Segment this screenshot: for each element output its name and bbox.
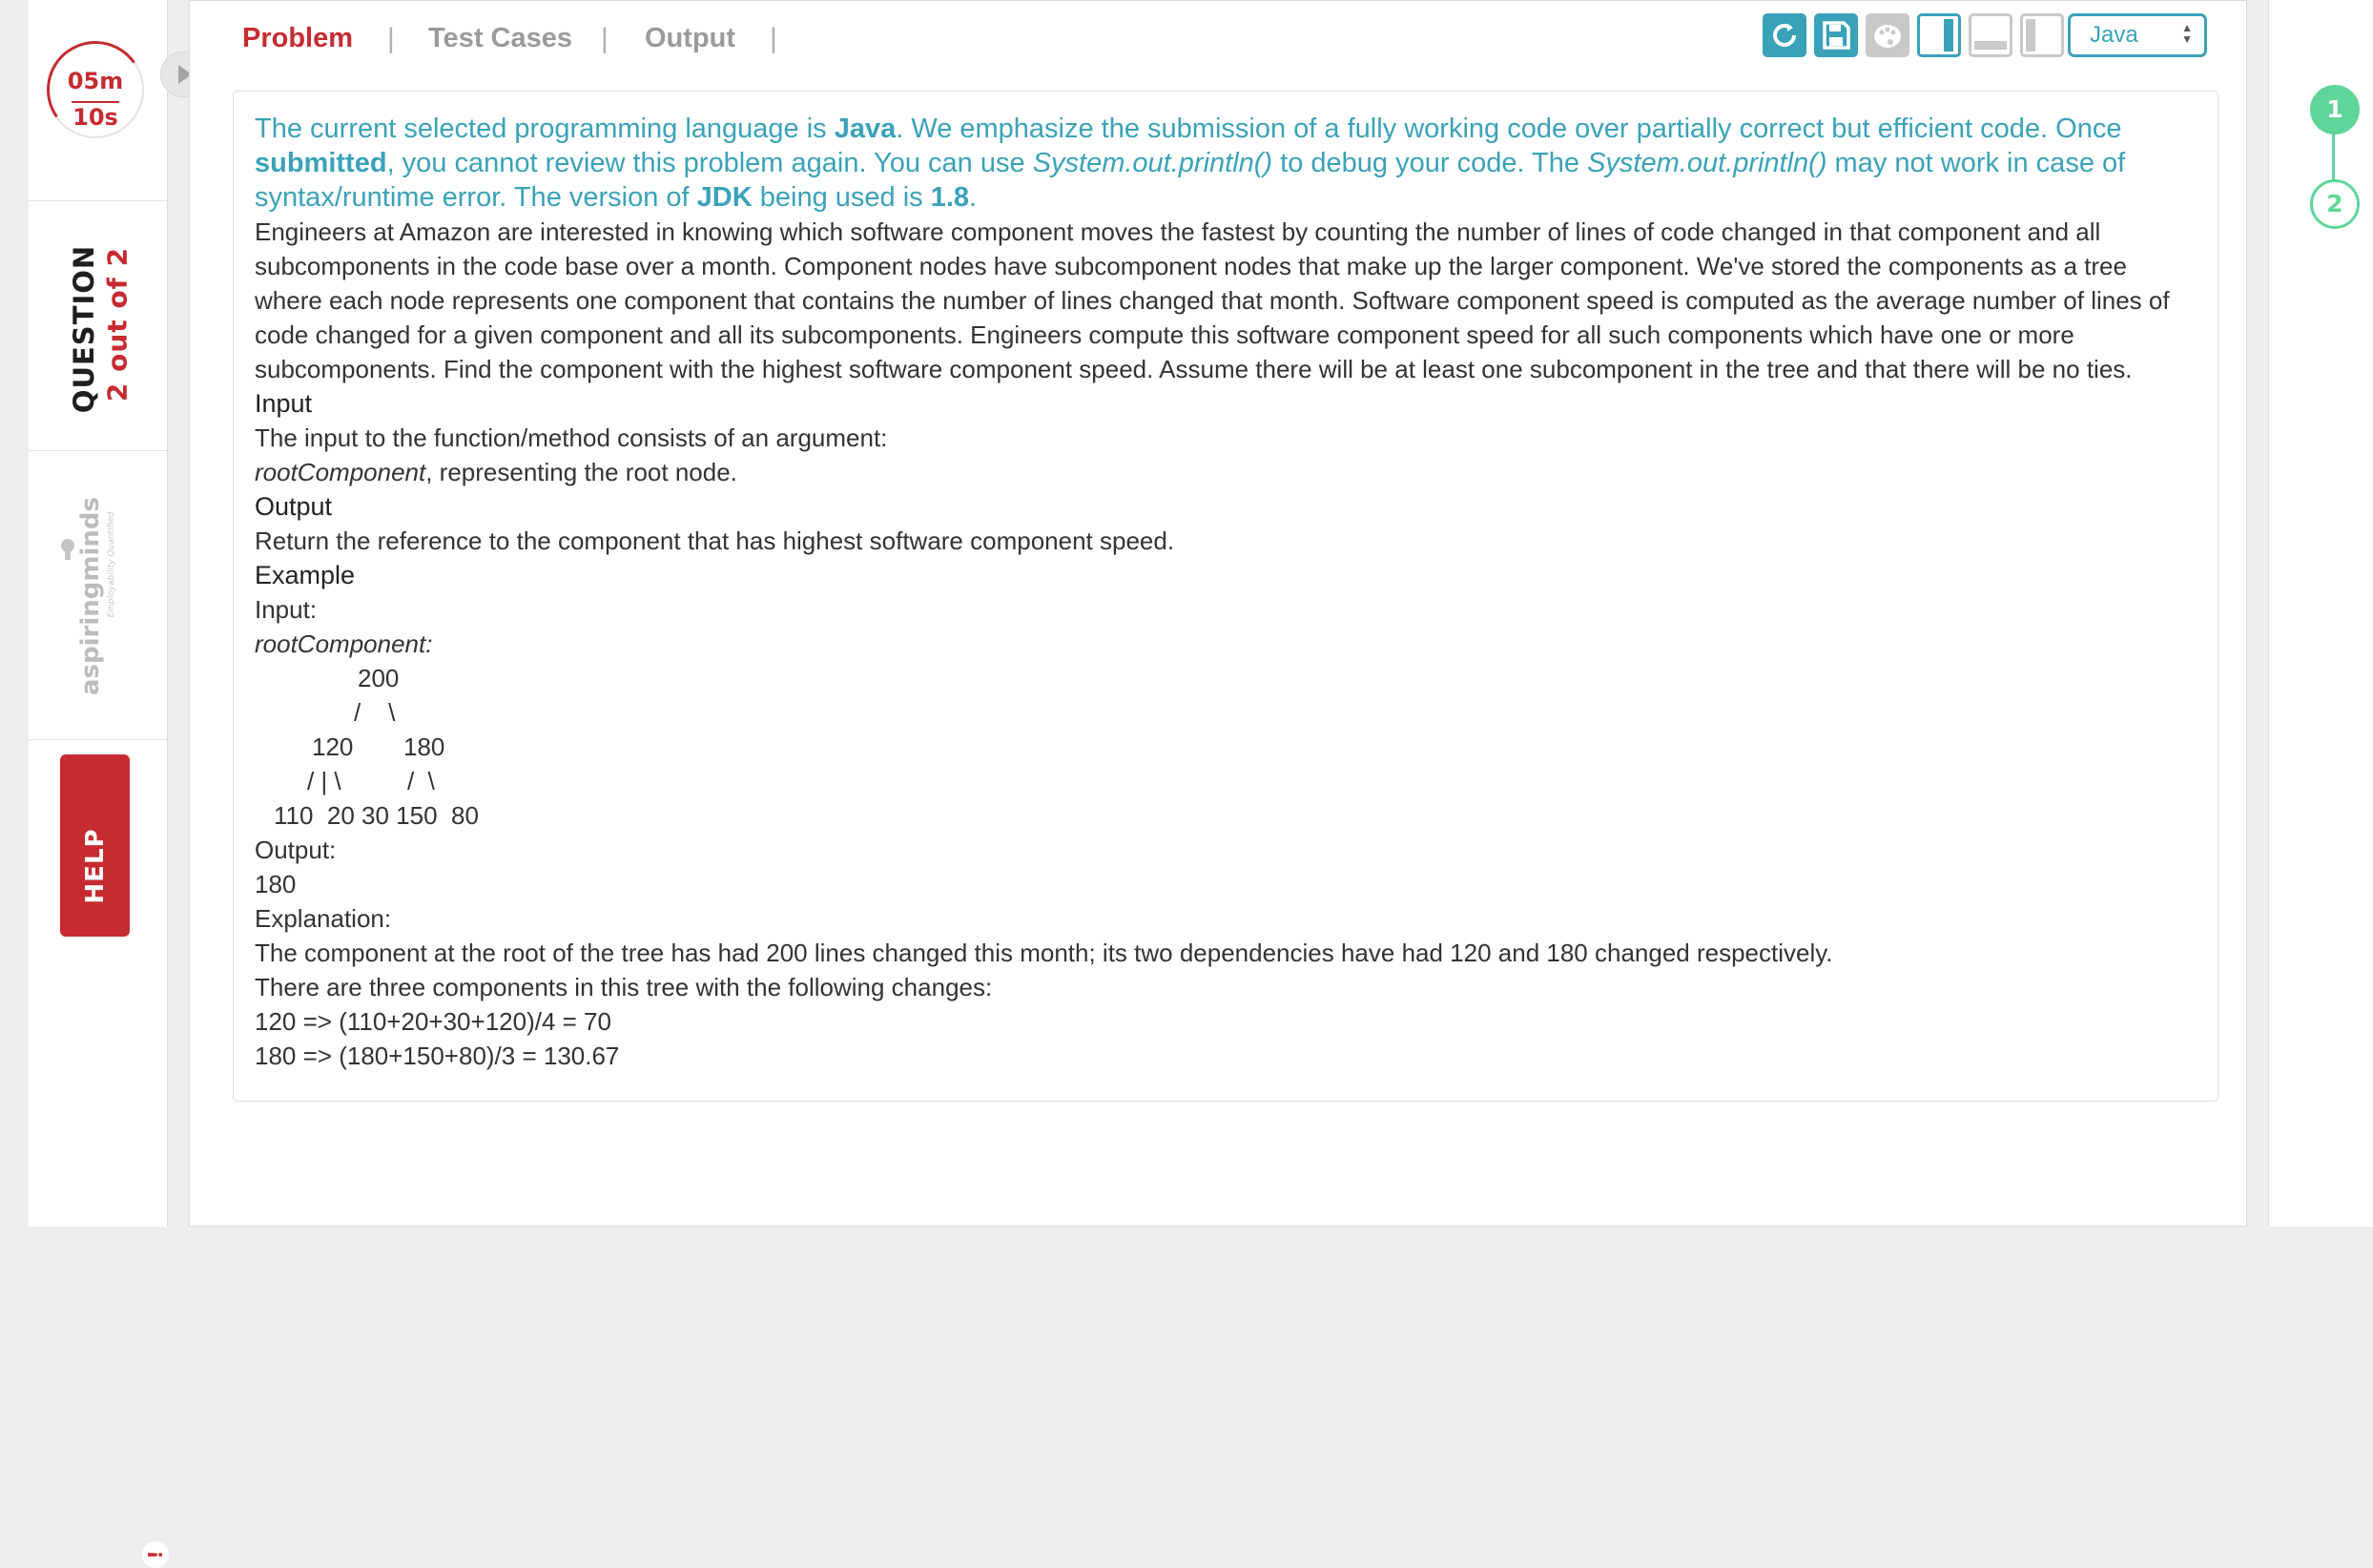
save-code-button[interactable]	[1814, 13, 1858, 57]
input-text: The input to the function/method consist…	[255, 423, 888, 452]
notice-text: The current selected programming languag…	[255, 113, 835, 144]
timer-divider	[72, 101, 119, 103]
help-label: HELP	[81, 828, 110, 904]
tree-edges: / \	[407, 767, 435, 795]
brand-logo-icon	[61, 539, 74, 560]
notice-submitted: submitted	[255, 148, 387, 178]
layout-right-icon	[1944, 19, 1953, 52]
notice-text: to debug your code. The	[1272, 148, 1588, 178]
tree-node: 180	[403, 732, 445, 761]
example-output-label: Output:	[255, 836, 337, 864]
tab-problem[interactable]: Problem	[242, 23, 353, 54]
help-alert-icon: !	[142, 1541, 169, 1568]
save-icon	[1823, 21, 1850, 50]
example-input-label: Input:	[255, 595, 318, 624]
language-select-value: Java	[2090, 22, 2138, 48]
timer-minutes: 05m	[67, 68, 124, 94]
tab-separator: |	[770, 23, 777, 54]
question-label: QUESTION	[68, 244, 100, 414]
explanation-text: The component at the root of the tree ha…	[255, 939, 1833, 967]
input-heading: Input	[255, 389, 313, 418]
reset-code-button[interactable]	[1763, 13, 1806, 57]
input-param: rootComponent	[255, 458, 426, 486]
language-notice: The current selected programming languag…	[255, 112, 2200, 215]
tree-edges: / | \	[307, 767, 341, 795]
refresh-icon	[1773, 24, 1796, 47]
notice-text: . We emphasize the submission of a fully…	[896, 113, 2122, 144]
tree-root: 200	[358, 664, 400, 692]
tab-test-cases[interactable]: Test Cases	[428, 23, 572, 54]
question-step-2[interactable]: 2	[2310, 179, 2360, 229]
output-heading: Output	[255, 492, 333, 521]
problem-statement-panel[interactable]: The current selected programming languag…	[233, 91, 2218, 1102]
layout-bottom-icon	[1974, 41, 2007, 50]
layout-left-icon	[2026, 19, 2035, 52]
theme-button[interactable]	[1866, 13, 1909, 57]
output-text: Return the reference to the component th…	[255, 526, 1175, 555]
brand-name: aspiringminds	[76, 497, 105, 695]
problem-content: The current selected programming languag…	[255, 112, 2200, 1073]
layout-bottom-panel-button[interactable]	[1969, 13, 2012, 57]
rail-divider	[29, 200, 167, 201]
rail-divider	[29, 450, 167, 451]
notice-text: , you cannot review this problem again. …	[386, 148, 1033, 178]
question-counter: 2 out of 2	[101, 246, 134, 402]
example-heading: Example	[255, 561, 356, 589]
tab-separator: |	[387, 23, 395, 54]
brand-tagline: Employability Quantified	[107, 511, 116, 618]
notice-version: 1.8	[930, 182, 970, 213]
notice-text: being used is	[752, 182, 931, 213]
explanation-label: Explanation:	[255, 904, 392, 933]
input-param-line: rootComponent, representing the root nod…	[255, 455, 2200, 489]
palette-icon	[1874, 25, 1901, 48]
question-step-1[interactable]: 1	[2310, 85, 2360, 134]
notice-text: .	[969, 182, 978, 213]
layout-right-panel-button[interactable]	[1917, 13, 1961, 57]
explanation-text: There are three components in this tree …	[255, 973, 993, 1001]
tab-separator: |	[601, 23, 609, 54]
notice-language: Java	[834, 113, 897, 144]
tab-output[interactable]: Output	[645, 23, 735, 54]
select-arrows-icon: ▲ ▼	[2181, 21, 2193, 46]
example-param-label: rootComponent:	[255, 629, 433, 658]
rail-divider	[29, 739, 167, 740]
tree-leaves: 110 20 30 150 80	[274, 801, 479, 830]
notice-println: System.out.println()	[1032, 148, 1273, 178]
example-tree: 200 / \ 120 180 / | \ / \ 110 20 30 150 …	[255, 661, 2200, 833]
problem-description: Engineers at Amazon are interested in kn…	[255, 217, 2170, 383]
notice-jdk: JDK	[696, 182, 753, 213]
calculation-line: 180 => (180+150+80)/3 = 130.67	[255, 1042, 620, 1070]
example-output-value: 180	[255, 870, 297, 898]
countdown-timer: 05m 10s	[38, 32, 153, 147]
step-connector	[2332, 134, 2335, 181]
input-param-desc: , representing the root node.	[425, 458, 737, 486]
timer-seconds: 10s	[72, 104, 118, 131]
notice-println: System.out.println()	[1587, 148, 1827, 178]
language-select[interactable]: Java ▲ ▼	[2068, 13, 2207, 57]
layout-left-panel-button[interactable]	[2020, 13, 2064, 57]
tree-edges: / \	[354, 698, 396, 727]
calculation-line: 120 => (110+20+30+120)/4 = 70	[255, 1007, 611, 1036]
tree-node: 120	[312, 732, 354, 761]
